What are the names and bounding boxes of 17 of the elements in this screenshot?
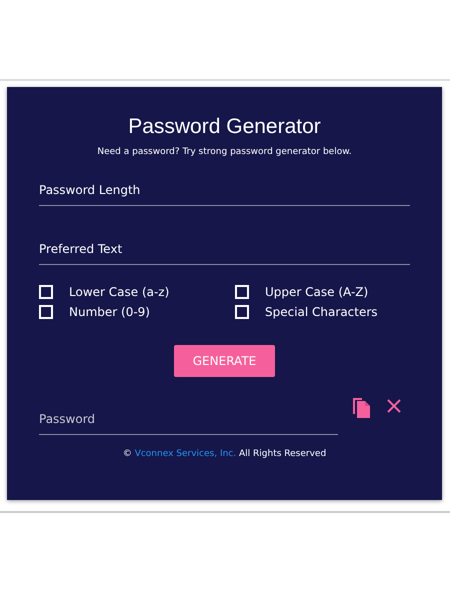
checkbox[interactable] bbox=[39, 305, 53, 319]
generate-button[interactable]: GENERATE bbox=[174, 345, 276, 377]
checkbox[interactable] bbox=[235, 305, 249, 319]
password-field[interactable]: Password bbox=[39, 406, 338, 435]
option-label: Number (0-9) bbox=[69, 305, 150, 319]
input-field[interactable]: Preferred Text bbox=[39, 236, 410, 265]
input-field[interactable]: Password Length bbox=[39, 177, 410, 206]
company-link[interactable]: Vconnex Services, Inc. bbox=[134, 449, 236, 459]
subtitle: Need a password? Try strong password generator below. bbox=[96, 147, 353, 157]
page-title: Password Generator bbox=[127, 115, 322, 139]
checkbox[interactable] bbox=[39, 285, 53, 299]
option-label: Upper Case (A-Z) bbox=[265, 285, 368, 299]
option-label: Lower Case (a-z) bbox=[69, 285, 170, 299]
checkbox[interactable] bbox=[235, 285, 249, 299]
option-label: Special Characters bbox=[265, 305, 378, 319]
copyright-text: © Vconnex Services, Inc. All Rights Reserved bbox=[122, 449, 328, 459]
close-icon[interactable] bbox=[385, 397, 403, 415]
